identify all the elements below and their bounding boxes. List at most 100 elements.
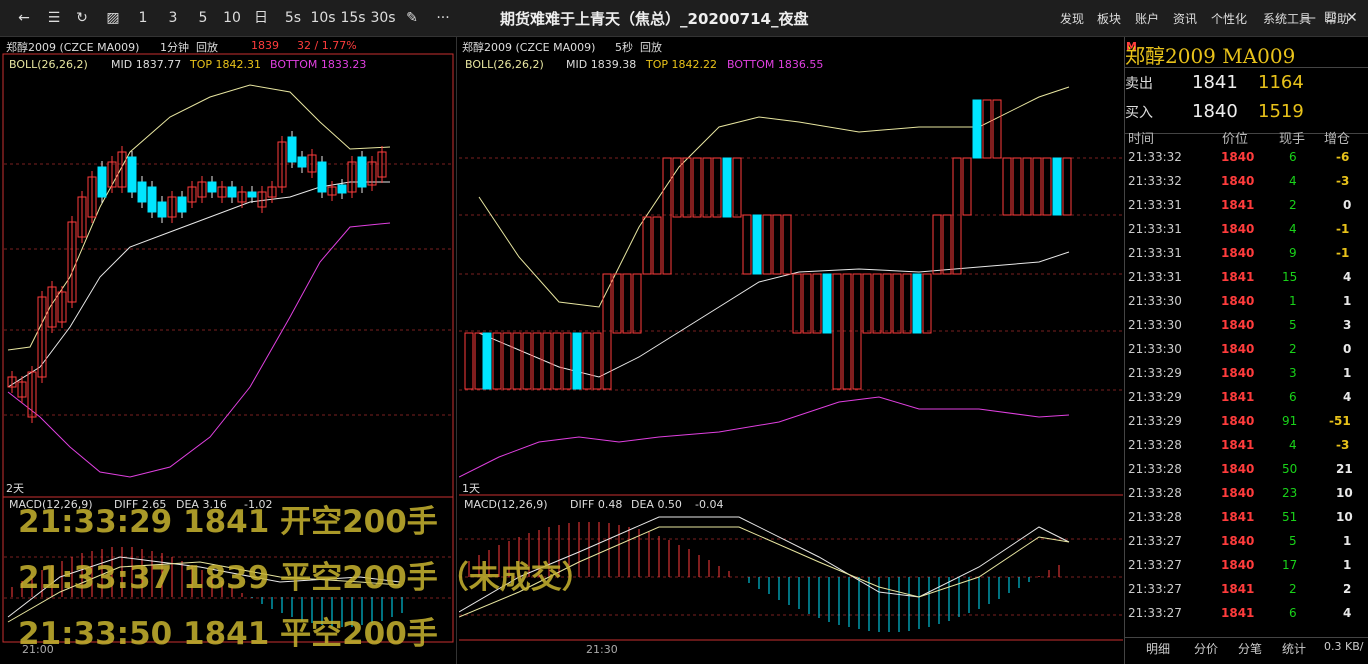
- tick-row[interactable]: 21:33:31 1841 15 4: [1124, 266, 1360, 290]
- back-icon[interactable]: ←: [14, 8, 34, 28]
- tick-row[interactable]: 21:33:28 1840 23 10: [1124, 482, 1360, 506]
- tick-time: 21:33:27: [1128, 558, 1182, 572]
- tab-price-dist[interactable]: 分价: [1194, 640, 1218, 657]
- menu-account[interactable]: 账户: [1135, 10, 1159, 27]
- tick-volume: 6: [1289, 606, 1297, 620]
- tick-row[interactable]: 21:33:31 1841 2 0: [1124, 194, 1360, 218]
- right-macd-label[interactable]: MACD(12,26,9): [464, 498, 548, 511]
- tick-row[interactable]: 21:33:27 1841 6 4: [1124, 602, 1360, 626]
- left-price: 1839: [251, 39, 279, 52]
- candle-body: [952, 157, 962, 275]
- tick-price: 1841: [1221, 390, 1255, 404]
- chart-icon[interactable]: ▨: [102, 8, 124, 28]
- period-10[interactable]: 10: [222, 8, 242, 28]
- tick-row[interactable]: 21:33:31 1840 4 -1: [1124, 218, 1360, 242]
- candle-body: [932, 214, 942, 275]
- candle-body: [822, 273, 832, 334]
- tick-volume: 2: [1289, 582, 1297, 596]
- candle-body: [732, 157, 742, 218]
- candle-body: [942, 214, 952, 275]
- right-symbol[interactable]: 郑醇2009 (CZCE MA009): [462, 39, 595, 55]
- tick-oi: -3: [1336, 438, 1350, 452]
- tick-row[interactable]: 21:33:28 1840 50 21: [1124, 458, 1360, 482]
- tick-oi: -1: [1336, 222, 1350, 236]
- left-boll-mid: MID 1837.77: [111, 58, 182, 71]
- candle-body: [207, 181, 217, 193]
- draw-icon[interactable]: ✎: [402, 8, 422, 28]
- candle-body: [297, 156, 307, 168]
- candle-body: [702, 157, 712, 218]
- sell-label: 卖出: [1125, 76, 1153, 92]
- candle-body: [227, 186, 237, 198]
- tick-row[interactable]: 21:33:27 1841 2 2: [1124, 578, 1360, 602]
- tick-row[interactable]: 21:33:27 1840 17 1: [1124, 554, 1360, 578]
- tick-row[interactable]: 21:33:29 1840 91 -51: [1124, 410, 1360, 434]
- candle-body: [972, 99, 982, 159]
- right-period[interactable]: 5秒: [615, 39, 633, 55]
- left-period[interactable]: 1分钟: [160, 39, 189, 55]
- tick-price: 1841: [1221, 438, 1255, 452]
- menu-sector[interactable]: 板块: [1097, 10, 1121, 27]
- tick-volume: 1: [1289, 294, 1297, 308]
- left-mode[interactable]: 回放: [196, 39, 218, 55]
- tick-row[interactable]: 21:33:30 1840 5 3: [1124, 314, 1360, 338]
- left-symbol[interactable]: 郑醇2009 (CZCE MA009): [6, 39, 139, 55]
- tick-oi: 1: [1343, 294, 1352, 308]
- tick-price: 1841: [1221, 198, 1255, 212]
- tick-time: 21:33:32: [1128, 150, 1182, 164]
- right-mode[interactable]: 回放: [640, 39, 662, 55]
- tick-row[interactable]: 21:33:32 1840 6 -6: [1124, 146, 1360, 170]
- tab-stats[interactable]: 统计: [1282, 640, 1306, 657]
- tick-oi: 21: [1336, 462, 1353, 476]
- period-30s[interactable]: 30s: [370, 8, 396, 28]
- period-10s[interactable]: 10s: [310, 8, 336, 28]
- minimize-button[interactable]: —: [1302, 10, 1316, 26]
- period-day[interactable]: 日: [252, 8, 270, 28]
- menu-personalize[interactable]: 个性化: [1211, 10, 1247, 27]
- tab-detail[interactable]: 明细: [1146, 640, 1170, 657]
- refresh-icon[interactable]: ↻: [72, 8, 92, 28]
- tick-price: 1841: [1221, 606, 1255, 620]
- col-time: 时间: [1128, 132, 1155, 147]
- tick-time: 21:33:29: [1128, 366, 1182, 380]
- close-button[interactable]: ✕: [1346, 10, 1358, 26]
- right-macd-val: -0.04: [695, 498, 724, 511]
- sell-price[interactable]: 1841: [1192, 72, 1238, 93]
- menu-discover[interactable]: 发现: [1060, 10, 1084, 27]
- tick-oi: 3: [1343, 318, 1352, 332]
- tab-ticks[interactable]: 分笔: [1238, 640, 1262, 657]
- tick-time: 21:33:30: [1128, 294, 1182, 308]
- tick-row[interactable]: 21:33:30 1840 1 1: [1124, 290, 1360, 314]
- tick-row[interactable]: 21:33:28 1841 51 10: [1124, 506, 1360, 530]
- tick-oi: 2: [1343, 582, 1352, 596]
- tick-row[interactable]: 21:33:29 1840 3 1: [1124, 362, 1360, 386]
- tick-row[interactable]: 21:33:29 1841 6 4: [1124, 386, 1360, 410]
- list-icon[interactable]: ☰: [44, 8, 64, 28]
- period-1[interactable]: 1: [136, 8, 150, 28]
- buy-price[interactable]: 1840: [1192, 101, 1238, 122]
- menu-news[interactable]: 资讯: [1173, 10, 1197, 27]
- period-5s[interactable]: 5s: [282, 8, 304, 28]
- tick-oi: 0: [1343, 198, 1352, 212]
- tick-volume: 2: [1289, 198, 1297, 212]
- candle-body: [147, 186, 157, 213]
- period-3[interactable]: 3: [166, 8, 180, 28]
- period-15s[interactable]: 15s: [340, 8, 366, 28]
- tick-time: 21:33:28: [1128, 510, 1182, 524]
- maximize-button[interactable]: ☐: [1324, 10, 1337, 26]
- net-speed: 0.3 KB/: [1324, 640, 1364, 653]
- tick-price: 1841: [1221, 582, 1255, 596]
- tick-time: 21:33:27: [1128, 582, 1182, 596]
- left-boll-label[interactable]: BOLL(26,26,2): [9, 58, 88, 71]
- buy-volume: 1519: [1258, 101, 1304, 122]
- more-icon[interactable]: ···: [432, 8, 454, 28]
- tick-row[interactable]: 21:33:31 1840 9 -1: [1124, 242, 1360, 266]
- tick-row[interactable]: 21:33:28 1841 4 -3: [1124, 434, 1360, 458]
- tick-oi: 10: [1336, 486, 1353, 500]
- tick-row[interactable]: 21:33:32 1840 4 -3: [1124, 170, 1360, 194]
- period-5[interactable]: 5: [196, 8, 210, 28]
- right-period-tag: 1天: [462, 482, 480, 495]
- right-boll-label[interactable]: BOLL(26,26,2): [465, 58, 544, 71]
- tick-row[interactable]: 21:33:27 1840 5 1: [1124, 530, 1360, 554]
- tick-row[interactable]: 21:33:30 1840 2 0: [1124, 338, 1360, 362]
